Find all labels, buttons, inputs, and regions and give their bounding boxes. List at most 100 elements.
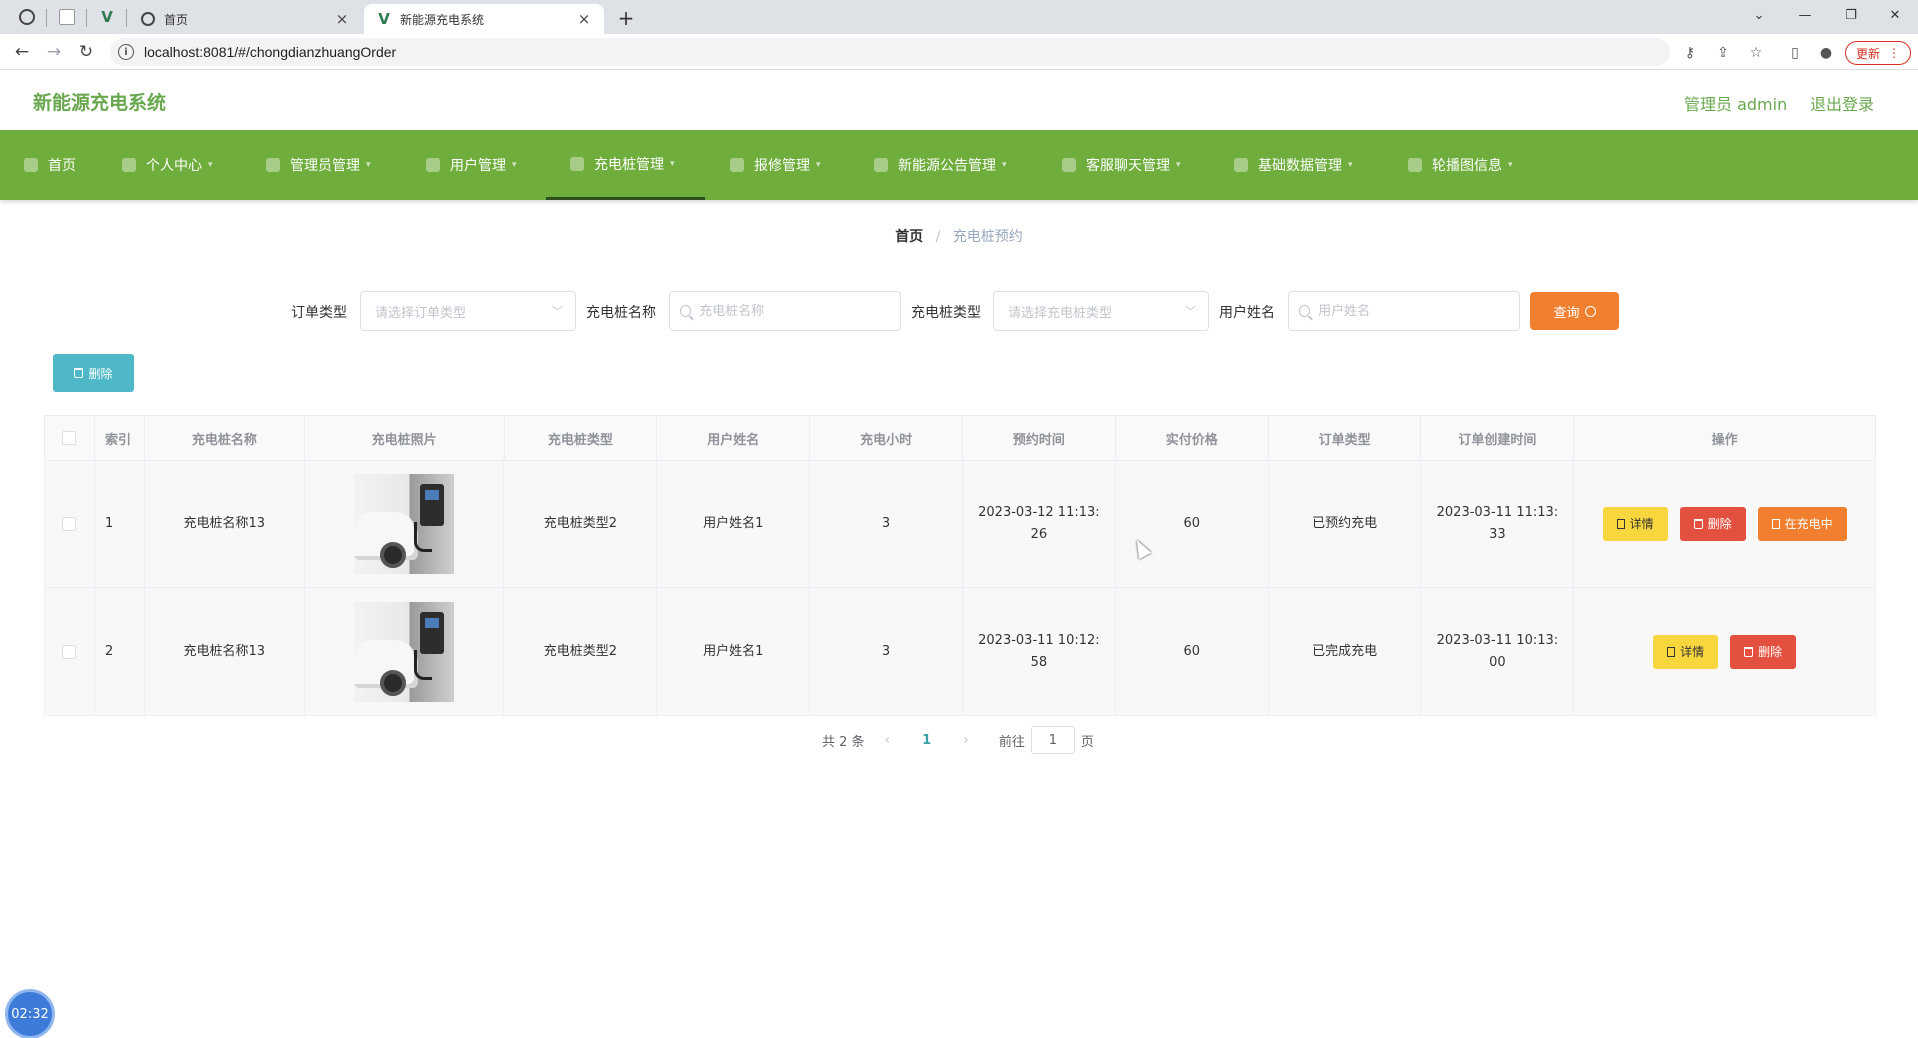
current-user: 管理员 admin: [1684, 95, 1788, 114]
select-all-checkbox[interactable]: [62, 431, 77, 445]
nav-item-repair[interactable]: 报修管理 ▾: [730, 130, 821, 200]
browser-toolbar: ← → ↻ i localhost:8081/#/chongdianzhuang…: [0, 34, 1918, 70]
goto-label: 前往: [998, 734, 1025, 750]
nav-label: 客服聊天管理: [1086, 158, 1170, 174]
forward-arrow-icon[interactable]: →: [42, 40, 66, 64]
browser-tab-2[interactable]: [54, 4, 80, 30]
prev-page-icon[interactable]: ‹: [885, 732, 891, 748]
page-suffix: 页: [1080, 734, 1094, 750]
close-icon[interactable]: ×: [334, 10, 350, 28]
charger-type-cell: 充电桩类型2: [504, 461, 658, 587]
tab-separator: [86, 9, 87, 27]
hours-cell: 3: [810, 588, 963, 715]
nav-item-carousel[interactable]: 轮播图信息 ▾: [1408, 130, 1513, 200]
window-close-icon[interactable]: ✕: [1872, 0, 1918, 30]
browser-tab-home[interactable]: 首页 ×: [128, 4, 362, 34]
close-icon[interactable]: ×: [576, 10, 592, 28]
charger-name-input[interactable]: [699, 303, 900, 319]
charger-screen-shape: [425, 617, 440, 628]
minimize-icon[interactable]: —: [1782, 0, 1828, 30]
page-number-current[interactable]: 1: [922, 733, 931, 748]
breadcrumb-separator: /: [935, 229, 941, 245]
charger-name-cell: 充电桩名称13: [145, 461, 305, 587]
reload-icon[interactable]: ↻: [74, 40, 98, 64]
chevron-down-icon: ▾: [1176, 160, 1181, 170]
nav-item-home[interactable]: 首页: [24, 130, 76, 200]
browser-tab-1[interactable]: [14, 4, 40, 30]
address-bar[interactable]: i localhost:8081/#/chongdianzhuangOrder: [110, 38, 1670, 66]
restore-icon[interactable]: ❐: [1828, 0, 1874, 30]
home-icon: [24, 158, 38, 172]
column-header: 用户姓名: [657, 416, 811, 460]
side-panel-icon[interactable]: ▯: [1784, 42, 1806, 64]
query-button[interactable]: 查询: [1530, 292, 1619, 330]
goto-page-input[interactable]: 1: [1030, 726, 1075, 754]
next-page-icon[interactable]: ›: [963, 732, 969, 748]
total-count: 共 2 条: [822, 734, 865, 750]
breadcrumb-home[interactable]: 首页: [895, 229, 923, 245]
nav-item-notice[interactable]: 新能源公告管理 ▾: [874, 130, 1007, 200]
detail-label: 详情: [1629, 517, 1654, 531]
row-checkbox[interactable]: [62, 517, 77, 531]
tab-title: 新能源充电系统: [400, 12, 485, 27]
nav-item-users[interactable]: 用户管理 ▾: [426, 130, 517, 200]
cable-shape: [414, 649, 433, 680]
browser-tab-3[interactable]: V: [94, 4, 120, 30]
charger-name-label: 充电桩名称: [586, 305, 656, 321]
created-time-cell: 2023-03-11 11:13:33: [1421, 461, 1575, 587]
logout-link[interactable]: 退出登录: [1810, 91, 1874, 115]
column-header: 订单类型: [1269, 416, 1422, 460]
charging-label: 在充电中: [1784, 517, 1833, 531]
delete-button[interactable]: 删除: [1679, 507, 1746, 541]
tab-title: 首页: [164, 12, 189, 27]
blank-page-icon: [59, 9, 75, 25]
chevron-down-icon: ▾: [670, 158, 675, 169]
detail-button[interactable]: 详情: [1653, 634, 1719, 669]
new-tab-button[interactable]: +: [614, 6, 638, 30]
trash-icon: [74, 368, 84, 378]
row-select-cell: [45, 461, 95, 587]
clock-badge[interactable]: 02:32: [8, 992, 52, 1036]
row-checkbox[interactable]: [62, 644, 77, 659]
update-button[interactable]: 更新 ⋮: [1845, 41, 1911, 65]
site-info-icon[interactable]: i: [118, 44, 134, 60]
back-arrow-icon[interactable]: ←: [10, 40, 34, 64]
chevron-down-icon: ▾: [1348, 160, 1353, 170]
delete-label: 删除: [1707, 517, 1732, 531]
nav-item-profile[interactable]: 个人中心 ▾: [122, 130, 213, 200]
price-cell: 60: [1116, 588, 1269, 715]
nav-item-charger[interactable]: 充电桩管理 ▾: [546, 130, 705, 200]
charging-button[interactable]: 在充电中: [1757, 507, 1847, 541]
nav-item-admin[interactable]: 管理员管理 ▾: [266, 130, 371, 200]
delete-button[interactable]: 删除: [1730, 634, 1797, 669]
user-name-cell: 用户姓名1: [657, 461, 811, 587]
profile-icon[interactable]: ●: [1815, 42, 1837, 64]
charger-photo[interactable]: [354, 601, 455, 702]
user-name-field[interactable]: [1288, 291, 1520, 331]
nav-item-chat[interactable]: 客服聊天管理 ▾: [1062, 130, 1181, 200]
order-type-select[interactable]: 请选择订单类型 ﹀: [360, 291, 576, 331]
main-nav: 首页 个人中心 ▾ 管理员管理 ▾ 用户管理 ▾ 充电桩管理 ▾ 报修管理 ▾ …: [0, 130, 1918, 200]
detail-button[interactable]: 详情: [1602, 507, 1668, 541]
charger-name-field[interactable]: [669, 291, 901, 331]
share-icon[interactable]: ⇪: [1712, 42, 1734, 64]
user-name-input[interactable]: [1318, 303, 1519, 319]
nav-item-base-data[interactable]: 基础数据管理 ▾: [1234, 130, 1353, 200]
key-icon[interactable]: ⚷: [1679, 42, 1701, 64]
column-header: 充电桩照片: [305, 416, 505, 460]
tab-search-chevron-icon[interactable]: ⌄: [1736, 0, 1782, 30]
chevron-down-icon: ▾: [1002, 160, 1007, 170]
bookmark-star-icon[interactable]: ☆: [1745, 42, 1767, 64]
breadcrumb: 首页 / 充电桩预约: [0, 226, 1918, 246]
charger-type-select[interactable]: 请选择充电桩类型 ﹀: [993, 291, 1209, 331]
charger-photo[interactable]: [354, 474, 455, 574]
chevron-down-icon: ▾: [366, 160, 371, 170]
browser-tab-active[interactable]: V 新能源充电系统 ×: [364, 4, 604, 34]
detail-label: 详情: [1680, 644, 1705, 659]
order-type-cell: 已完成充电: [1269, 588, 1422, 715]
bulk-delete-button[interactable]: 删除: [53, 354, 134, 392]
data-icon: [1234, 158, 1248, 172]
update-label: 更新: [1855, 46, 1880, 61]
created-time-cell: 2023-03-11 10:13:00: [1421, 588, 1575, 715]
nav-label: 报修管理: [754, 158, 810, 174]
